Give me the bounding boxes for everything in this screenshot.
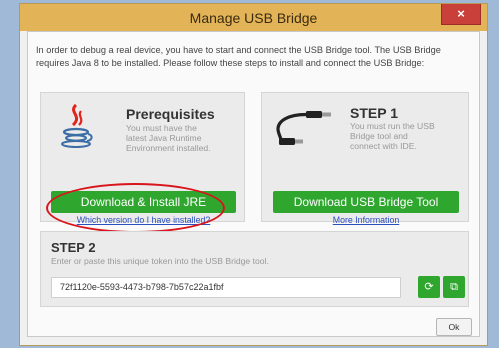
red-highlight-annotation <box>46 183 225 233</box>
refresh-token-button[interactable]: ⟳ <box>418 276 440 298</box>
usb-cable-icon <box>276 111 331 145</box>
token-input[interactable]: 72f1120e-5593-4473-b798-7b57c22a1fbf <box>51 277 401 298</box>
copy-token-button[interactable]: ⧉ <box>443 276 465 298</box>
step1-description-line-2: Bridge tool and <box>350 131 408 141</box>
step2-description: Enter or paste this unique token into th… <box>51 256 269 266</box>
step2-heading: STEP 2 <box>51 240 96 255</box>
step1-panel: STEP 1 You must run the USB Bridge tool … <box>261 92 469 225</box>
window-title: Manage USB Bridge <box>189 10 318 26</box>
prerequisites-description-line-2: latest Java Runtime <box>126 133 202 143</box>
prerequisites-description-line-3: Environment installed. <box>126 143 211 153</box>
dialog-body: In order to debug a real device, you hav… <box>27 31 480 337</box>
prerequisites-panel: Prerequisites You must have the latest J… <box>40 92 245 233</box>
java-icon <box>61 103 93 148</box>
step1-description-line-1: You must run the USB <box>350 121 435 131</box>
more-information-link[interactable]: More Information <box>273 215 459 225</box>
ok-button[interactable]: Ok <box>436 318 472 336</box>
download-usb-bridge-tool-button[interactable]: Download USB Bridge Tool <box>273 191 459 213</box>
prerequisites-heading: Prerequisites <box>126 106 215 122</box>
close-button[interactable]: × <box>441 4 481 25</box>
prerequisites-description-line-1: You must have the <box>126 123 197 133</box>
step2-panel: STEP 2 Enter or paste this unique token … <box>40 231 469 307</box>
refresh-icon: ⟳ <box>424 281 434 293</box>
copy-icon: ⧉ <box>450 281 458 293</box>
intro-text: In order to debug a real device, you hav… <box>36 45 441 68</box>
manage-usb-bridge-window: Manage USB Bridge × In order to debug a … <box>19 3 488 346</box>
step1-heading: STEP 1 <box>350 105 398 121</box>
step1-description-line-3: connect with IDE. <box>350 141 417 151</box>
title-bar[interactable]: Manage USB Bridge × <box>20 4 487 31</box>
